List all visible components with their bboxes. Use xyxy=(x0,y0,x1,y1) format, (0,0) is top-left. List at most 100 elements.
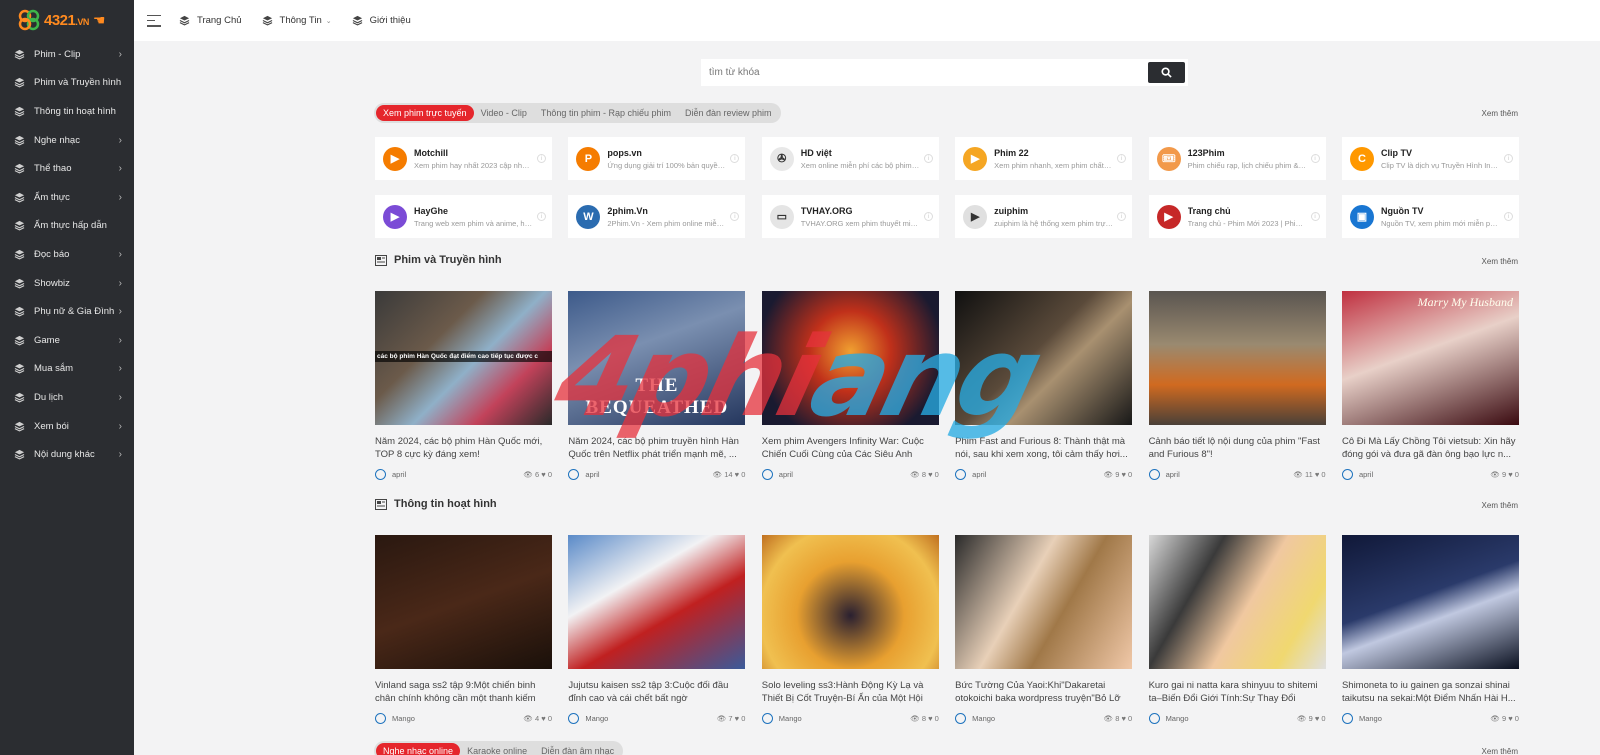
post-card[interactable]: Bức Tường Của Yaoi:Khi"Dakaretai otokoic… xyxy=(955,535,1133,724)
sidebar-item[interactable]: Mua sắm › xyxy=(0,355,134,384)
see-more-link[interactable]: Xem thêm xyxy=(1482,257,1518,266)
avatar[interactable] xyxy=(955,469,967,480)
post-card[interactable]: Xem phim Avengers Infinity War: Cuộc Chi… xyxy=(761,291,939,480)
tab[interactable]: Thông tin phim - Rạp chiếu phim xyxy=(534,105,678,121)
post-author[interactable]: april xyxy=(392,470,523,479)
post-thumbnail[interactable] xyxy=(568,535,746,669)
avatar[interactable] xyxy=(568,713,580,724)
post-title[interactable]: Xem phim Avengers Infinity War: Cuộc Chi… xyxy=(762,435,939,461)
post-author[interactable]: Mango xyxy=(1359,714,1490,723)
sidebar-item[interactable]: Nghe nhạc › xyxy=(0,126,134,155)
info-icon[interactable]: i xyxy=(537,154,546,163)
tab[interactable]: Diễn đàn âm nhạc xyxy=(534,743,621,755)
see-more-link[interactable]: Xem thêm xyxy=(1482,501,1518,510)
site-link-card[interactable]: W 2phim.Vn 2Phim.Vn - Xem phim online miễn… xyxy=(568,195,746,238)
sidebar-item[interactable]: Thể thao › xyxy=(0,154,134,183)
avatar[interactable] xyxy=(955,713,967,724)
post-title[interactable]: Shimoneta to iu gainen ga sonzai shinai … xyxy=(1342,679,1519,705)
avatar[interactable] xyxy=(1341,469,1353,480)
sidebar-item[interactable]: Du lịch › xyxy=(0,383,134,412)
sidebar-item[interactable]: Đọc báo › xyxy=(0,240,134,269)
info-icon[interactable]: i xyxy=(1310,154,1320,163)
site-link-card[interactable]: ✇ HD việt Xem online miễn phí các bộ phim … xyxy=(761,137,939,180)
post-title[interactable]: Kuro gai ni natta kara shinyuu to shitem… xyxy=(1149,679,1326,705)
tab[interactable]: Karaoke online xyxy=(460,743,534,755)
sidebar-item[interactable]: Game › xyxy=(0,326,134,355)
post-thumbnail[interactable] xyxy=(955,291,1133,425)
post-title[interactable]: Bức Tường Của Yaoi:Khi"Dakaretai otokoic… xyxy=(955,679,1132,705)
sidebar-item[interactable]: Thông tin hoạt hình xyxy=(0,97,134,126)
info-icon[interactable]: i xyxy=(730,154,740,163)
info-icon[interactable]: i xyxy=(923,154,933,163)
post-author[interactable]: Mango xyxy=(392,714,523,723)
info-icon[interactable]: i xyxy=(537,212,546,221)
sidebar-item[interactable]: Phim và Truyền hình xyxy=(0,69,134,98)
nav-item[interactable]: Trang Chủ xyxy=(179,15,242,27)
tab[interactable]: Diễn đàn review phim xyxy=(678,105,779,121)
post-title[interactable]: Năm 2024, các bộ phim truyền hình Hàn Qu… xyxy=(568,435,745,461)
menu-toggle-icon[interactable] xyxy=(147,14,161,27)
avatar[interactable] xyxy=(375,469,386,480)
site-logo[interactable]: 4321.VN ☚ xyxy=(0,0,134,40)
post-thumbnail[interactable] xyxy=(1148,535,1326,669)
see-more-link[interactable]: Xem thêm xyxy=(1482,747,1518,755)
site-link-card[interactable]: ▶ Trang chủ Trang chủ - Phim Mới 2023 | Ph… xyxy=(1148,195,1326,238)
info-icon[interactable]: i xyxy=(1503,212,1513,221)
tab[interactable]: Xem phim trực tuyến xyxy=(376,105,474,121)
site-link-card[interactable]: ▶ zuiphim zuiphim là hệ thống xem phim trự… xyxy=(955,195,1133,238)
post-author[interactable]: april xyxy=(779,470,910,479)
tab[interactable]: Nghe nhạc online xyxy=(376,743,461,755)
post-title[interactable]: Năm 2024, các bộ phim Hàn Quốc mới, TOP … xyxy=(375,435,552,461)
info-icon[interactable]: i xyxy=(1503,154,1513,163)
info-icon[interactable]: i xyxy=(1310,212,1320,221)
search-button[interactable] xyxy=(1148,62,1185,83)
post-title[interactable]: Vinland saga ss2 tập 9:Một chiến binh ch… xyxy=(375,679,552,705)
post-card[interactable]: Solo leveling ss3:Hành Động Kỳ Lạ và Thi… xyxy=(761,535,939,724)
site-link-card[interactable]: 🎟 123Phim Phim chiếu rạp, lịch chiếu phim … xyxy=(1148,137,1326,180)
sidebar-item[interactable]: Ẩm thực hấp dẫn xyxy=(0,212,134,241)
sidebar-item[interactable]: Phim - Clip › xyxy=(0,40,134,69)
post-title[interactable]: Cảnh báo tiết lộ nội dung của phim "Fast… xyxy=(1149,435,1326,461)
post-card[interactable]: Shimoneta to iu gainen ga sonzai shinai … xyxy=(1341,535,1519,724)
site-link-card[interactable]: ▣ Nguồn TV Nguồn TV, xem phim mới miễn phí… xyxy=(1341,195,1519,238)
avatar[interactable] xyxy=(1341,713,1353,724)
sidebar-item[interactable]: Xem bói › xyxy=(0,412,134,441)
post-author[interactable]: april xyxy=(1166,470,1294,479)
see-more-link[interactable]: Xem thêm xyxy=(1482,109,1518,118)
post-thumbnail[interactable]: THE BEQUEATHED xyxy=(568,291,746,425)
site-link-card[interactable]: ▭ TVHAY.ORG TVHAY.ORG xem phim thuyết minh… xyxy=(761,195,939,238)
sidebar-item[interactable]: Ẩm thực › xyxy=(0,183,134,212)
info-icon[interactable]: i xyxy=(730,212,740,221)
nav-item[interactable]: Giới thiệu xyxy=(352,15,411,27)
post-author[interactable]: Mango xyxy=(972,714,1103,723)
info-icon[interactable]: i xyxy=(1117,154,1127,163)
post-card[interactable]: Phim Fast and Furious 8: Thành thật mà n… xyxy=(955,291,1133,480)
post-card[interactable]: Cảnh báo tiết lộ nội dung của phim "Fast… xyxy=(1148,291,1326,480)
site-link-card[interactable]: ▶ Phim 22 Xem phim nhanh, xem phim chất lư… xyxy=(955,137,1133,180)
post-author[interactable]: Mango xyxy=(1166,714,1297,723)
sidebar-item[interactable]: Phụ nữ & Gia Đình › xyxy=(0,297,134,326)
avatar[interactable] xyxy=(761,713,773,724)
sidebar-item[interactable]: Showbiz › xyxy=(0,269,134,298)
post-thumbnail[interactable]: Marry My Husband xyxy=(1341,291,1519,425)
avatar[interactable] xyxy=(1148,469,1160,480)
info-icon[interactable]: i xyxy=(923,212,933,221)
avatar[interactable] xyxy=(375,713,386,724)
sidebar-item[interactable]: Nội dung khác › xyxy=(0,440,134,469)
post-author[interactable]: april xyxy=(585,470,712,479)
site-link-card[interactable]: Ppops.vn Ứng dụng giải trí 100% bản quyền… xyxy=(568,137,746,180)
post-author[interactable]: april xyxy=(1359,470,1490,479)
post-card[interactable]: Kuro gai ni natta kara shinyuu to shitem… xyxy=(1148,535,1326,724)
post-thumbnail[interactable] xyxy=(955,535,1133,669)
post-card[interactable]: các bộ phim Hàn Quốc đạt điểm cao tiếp t… xyxy=(375,291,552,480)
post-thumbnail[interactable] xyxy=(1341,535,1519,669)
site-link-card[interactable]: C Clip TV Clip TV là dịch vụ Truyền Hình I… xyxy=(1341,137,1519,180)
post-author[interactable]: Mango xyxy=(585,714,716,723)
post-card[interactable]: Marry My Husband Cô Đi Mà Lấy Chồng Tôi v… xyxy=(1341,291,1519,480)
post-title[interactable]: Cô Đi Mà Lấy Chồng Tôi vietsub: Xin hãy … xyxy=(1342,435,1519,461)
post-title[interactable]: Solo leveling ss3:Hành Động Kỳ Lạ và Thi… xyxy=(762,679,939,705)
post-thumbnail[interactable]: các bộ phim Hàn Quốc đạt điểm cao tiếp t… xyxy=(375,291,552,425)
post-title[interactable]: Jujutsu kaisen ss2 tập 3:Cuộc đối đầu đỉ… xyxy=(568,679,745,705)
post-title[interactable]: Phim Fast and Furious 8: Thành thật mà n… xyxy=(955,435,1132,461)
site-link-card[interactable]: ▶ HayGhe Trang web xem phim và anime, hoạt… xyxy=(375,195,552,238)
